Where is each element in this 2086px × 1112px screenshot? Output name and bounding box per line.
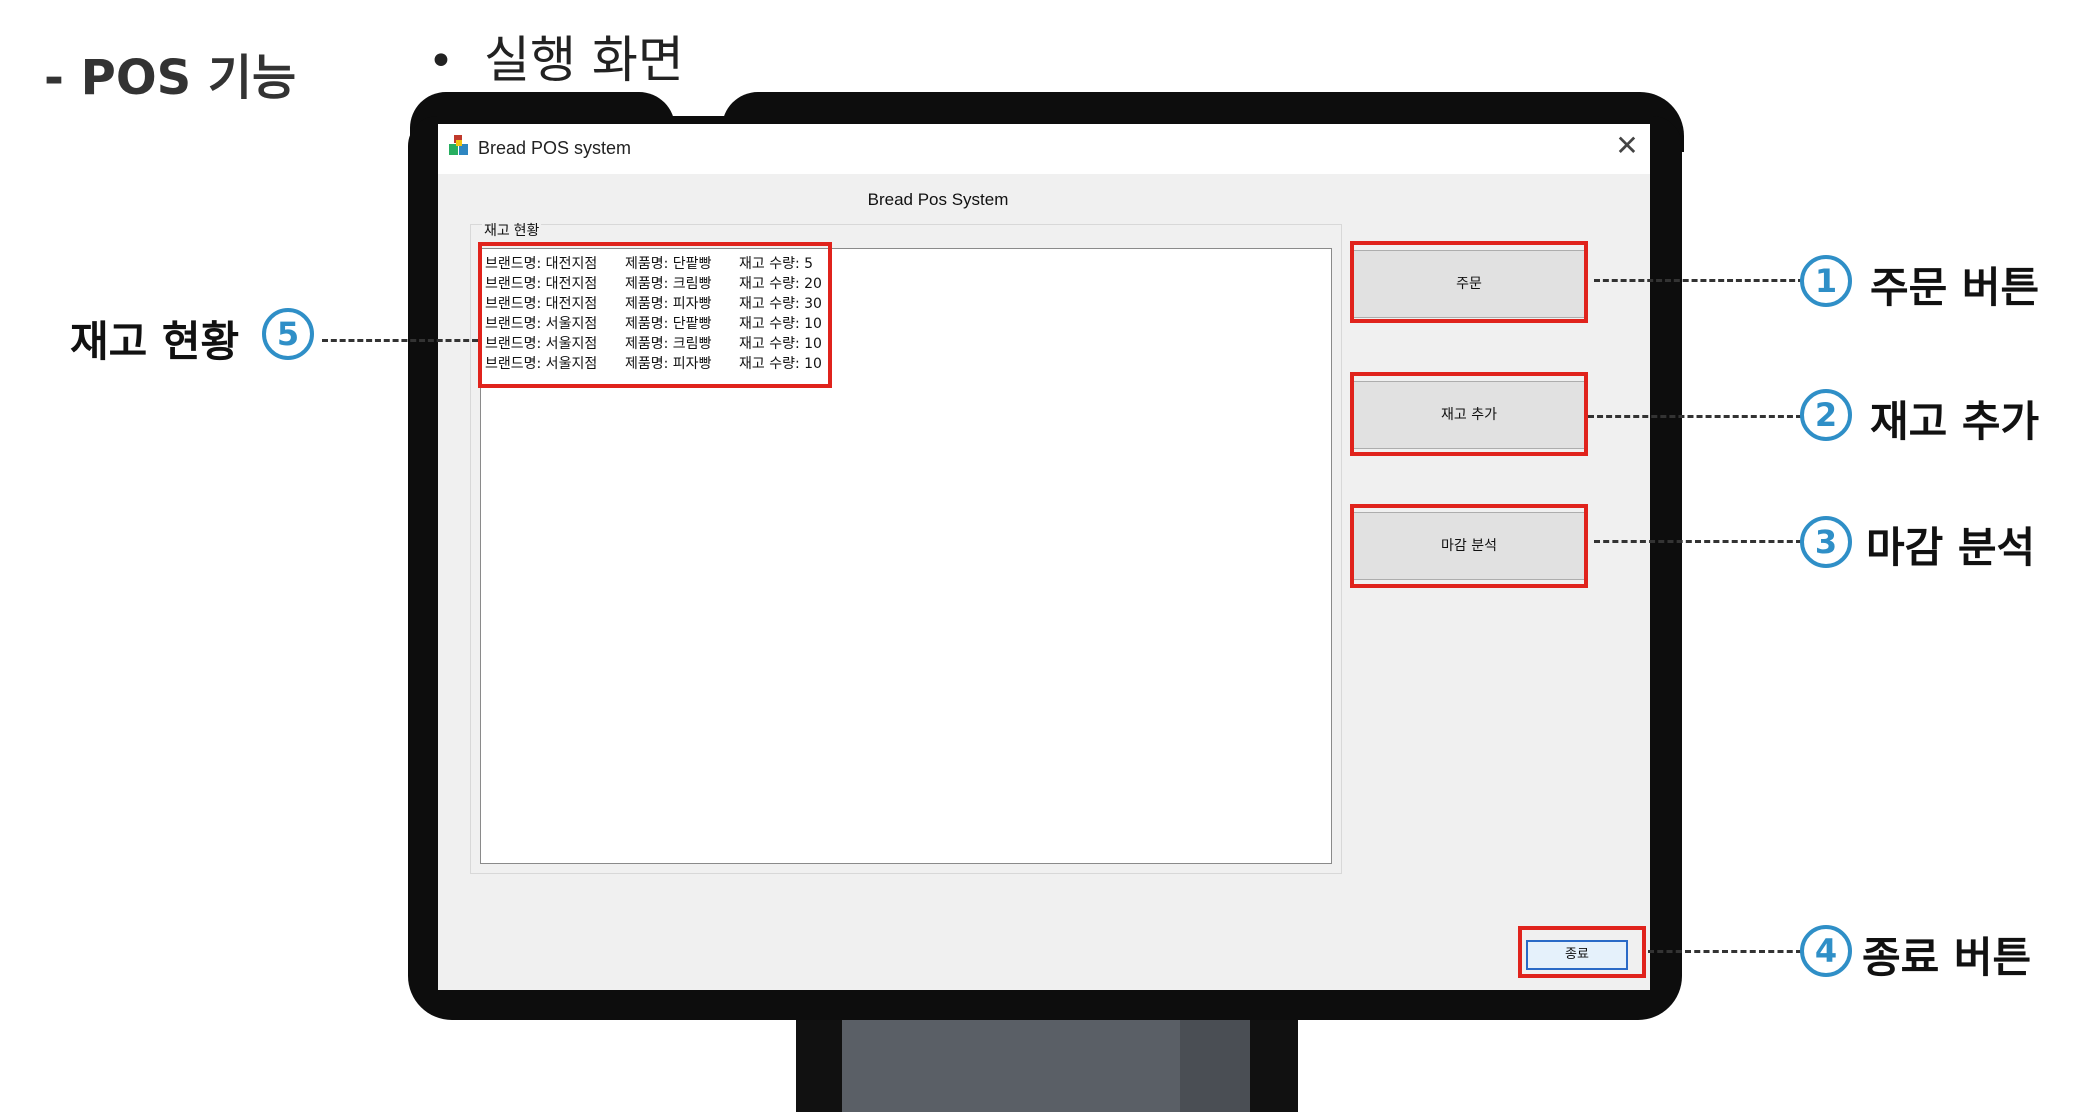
closing-analysis-highlight-box: [1350, 504, 1588, 588]
device-stand-shade: [1180, 1018, 1250, 1112]
section-title: - POS 기능: [44, 50, 297, 106]
leader-line-closing-analysis: [1594, 540, 1802, 543]
callout-label-order: 주문 버튼: [1870, 263, 2040, 312]
app-heading: Bread Pos System: [867, 190, 1009, 209]
close-icon[interactable]: ✕: [1610, 130, 1644, 164]
leader-line-add-stock: [1588, 415, 1802, 418]
callout-label-closing-analysis: 마감 분석: [1866, 523, 2036, 572]
callout-number-3: 3: [1800, 516, 1852, 568]
leader-line-inventory: [322, 339, 478, 342]
window-title: Bread POS system: [478, 138, 632, 158]
callout-number-1: 1: [1800, 255, 1852, 307]
callout-label-add-stock: 재고 추가: [1870, 397, 2040, 446]
order-highlight-box: [1350, 241, 1588, 323]
window-titlebar[interactable]: Bread POS system ✕: [438, 124, 1650, 174]
callout-number-2: 2: [1800, 389, 1852, 441]
bullet-dot: •: [428, 36, 454, 87]
inventory-highlight-box: [478, 242, 832, 388]
callout-number-4: 4: [1800, 925, 1852, 977]
callout-label-exit: 종료 버튼: [1862, 933, 2032, 982]
callout-label-inventory: 재고 현황: [70, 317, 240, 366]
bullet-heading: 실행 화면: [484, 31, 684, 89]
exit-highlight-box: [1518, 926, 1646, 978]
add-stock-highlight-box: [1350, 372, 1588, 456]
app-icon: [449, 135, 468, 155]
leader-line-order: [1594, 279, 1804, 282]
inventory-group-label: 재고 현황: [482, 220, 542, 240]
leader-line-exit: [1648, 950, 1802, 953]
callout-number-5: 5: [262, 308, 314, 360]
